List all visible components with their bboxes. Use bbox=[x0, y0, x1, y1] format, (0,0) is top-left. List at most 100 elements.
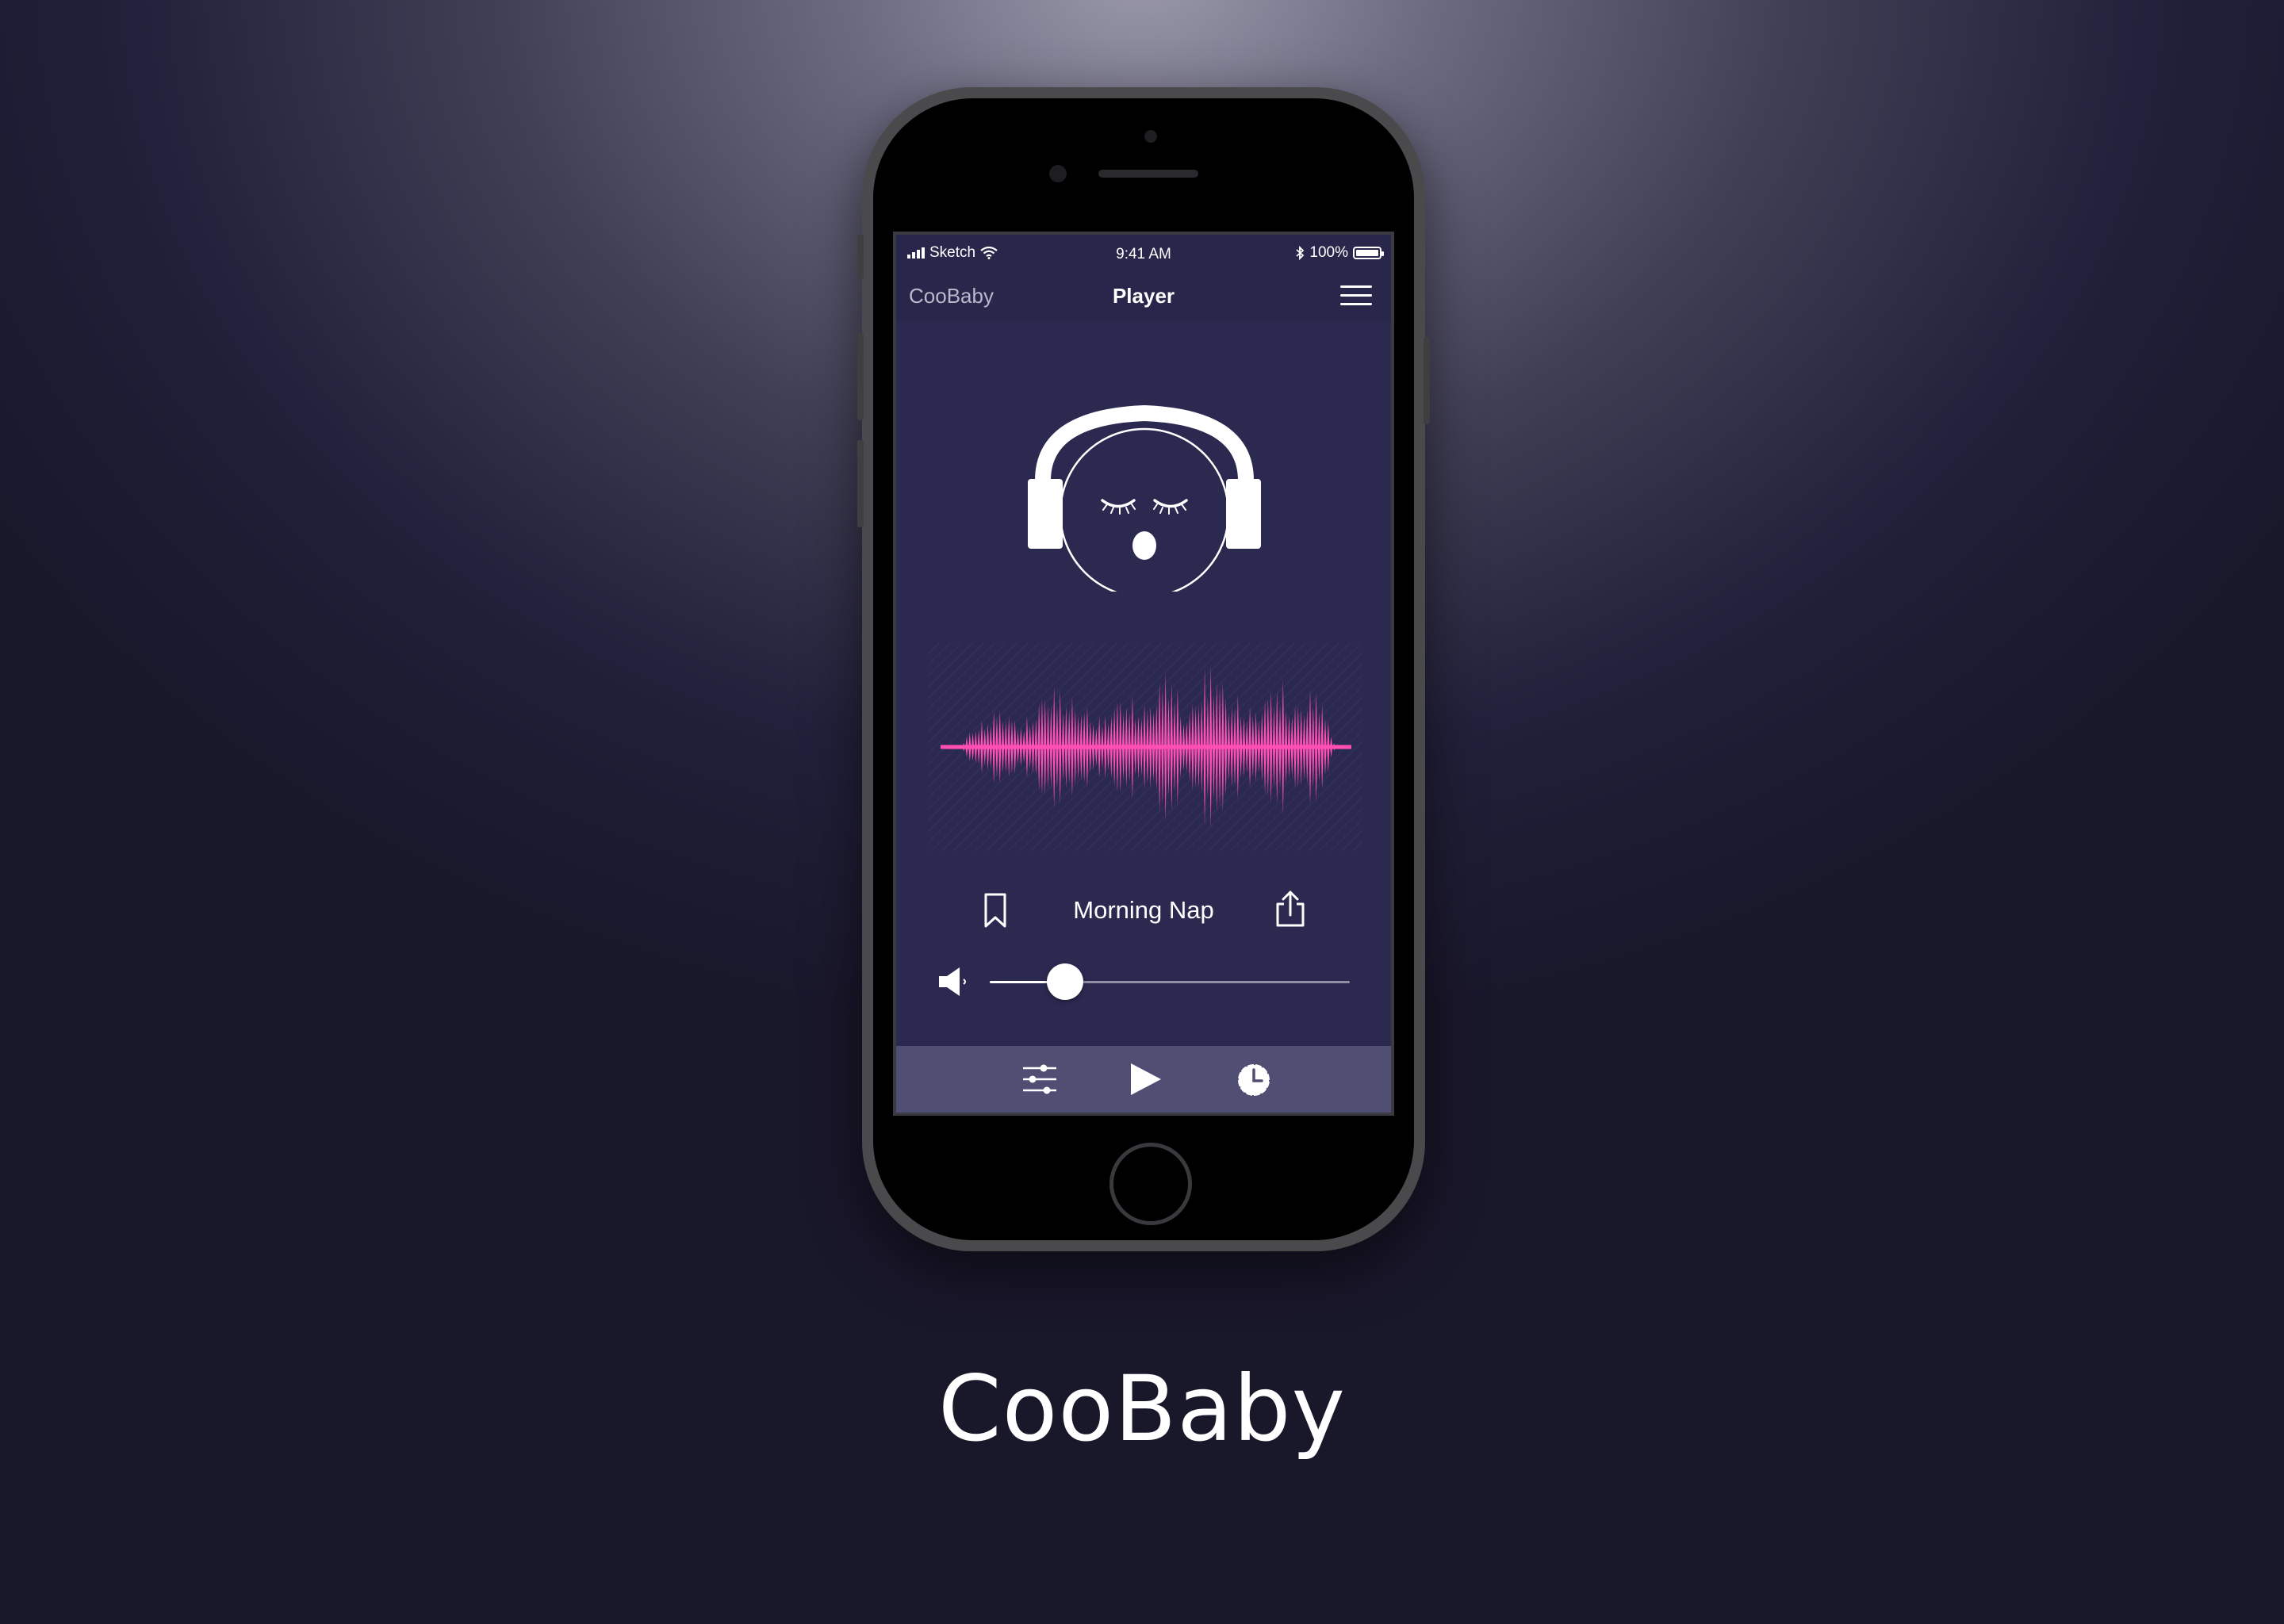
volume-up-hardware-button bbox=[857, 333, 864, 420]
waveform-spike bbox=[1203, 667, 1206, 827]
track-row: Morning Nap bbox=[896, 885, 1391, 933]
waveform-spike bbox=[1037, 703, 1040, 791]
app-screen: Sketch 9:41 AM 100% CooBaby Player Morni… bbox=[893, 232, 1394, 1116]
waveform-spike bbox=[1257, 720, 1261, 774]
waveform-spike bbox=[1128, 712, 1131, 782]
front-camera bbox=[1049, 165, 1067, 182]
waveform-spike bbox=[995, 717, 998, 777]
waveform-spike bbox=[1297, 706, 1300, 788]
mute-switch bbox=[857, 235, 864, 279]
status-right: 100% bbox=[1295, 244, 1384, 262]
waveform-spike bbox=[1025, 716, 1029, 778]
waveform-spike bbox=[1074, 708, 1077, 786]
waveform-spike bbox=[1031, 720, 1035, 774]
waveform-spike bbox=[1134, 718, 1137, 776]
waveform-spike bbox=[992, 710, 995, 784]
waveform-spike bbox=[1004, 721, 1007, 773]
waveform-spike bbox=[989, 726, 992, 768]
waveform-spike bbox=[1119, 701, 1122, 793]
waveform-spike bbox=[1330, 736, 1333, 758]
waveform-spike bbox=[1170, 683, 1173, 811]
waveform-spike bbox=[1230, 706, 1233, 788]
app-caption: CooBaby bbox=[938, 1356, 1346, 1461]
waveform-spike bbox=[1056, 705, 1059, 789]
navigation-bar: CooBaby Player bbox=[896, 270, 1391, 320]
waveform-spike bbox=[1260, 712, 1263, 782]
waveform-spike bbox=[1019, 727, 1022, 767]
waveform-spike bbox=[1251, 717, 1255, 777]
hamburger-menu-icon[interactable] bbox=[1340, 282, 1372, 308]
waveform-spike bbox=[977, 730, 980, 764]
waveform-spike bbox=[965, 736, 968, 758]
waveform-spike bbox=[1007, 716, 1010, 778]
waveform-spike bbox=[1236, 694, 1240, 800]
waveform-spike bbox=[1173, 701, 1176, 793]
timer-clock-icon[interactable] bbox=[1236, 1060, 1272, 1098]
waveform-spike bbox=[1215, 681, 1218, 813]
track-title: Morning Nap bbox=[1073, 896, 1214, 924]
home-button[interactable] bbox=[1109, 1143, 1192, 1225]
waveform-spike bbox=[1125, 707, 1128, 787]
waveform-spike bbox=[1101, 726, 1104, 768]
waveform-spike bbox=[1317, 711, 1321, 783]
waveform-spike bbox=[1233, 707, 1236, 787]
waveform-spike bbox=[1071, 696, 1074, 798]
waveform-spike bbox=[1143, 704, 1146, 790]
waveform-spike bbox=[1221, 681, 1224, 813]
waveform-spike bbox=[1302, 714, 1306, 779]
waveform-spike bbox=[1212, 694, 1216, 800]
page-title: Player bbox=[1112, 284, 1175, 308]
waveform-spike bbox=[1146, 710, 1149, 784]
waveform-spike bbox=[1116, 701, 1119, 793]
power-hardware-button bbox=[1424, 337, 1430, 424]
waveform-spike bbox=[1245, 721, 1248, 773]
proximity-sensor bbox=[1144, 130, 1157, 143]
waveform-spike bbox=[986, 723, 990, 771]
battery-icon bbox=[1353, 247, 1384, 259]
waveform-spike bbox=[1016, 730, 1020, 764]
waveform-spike bbox=[1161, 689, 1164, 805]
earpiece-speaker bbox=[1098, 170, 1198, 178]
waveform-spike bbox=[1300, 708, 1303, 786]
waveform-spike bbox=[1136, 715, 1140, 779]
status-bar: Sketch 9:41 AM 100% bbox=[896, 235, 1391, 270]
waveform-spike bbox=[1320, 704, 1324, 790]
waveform-spike bbox=[1227, 712, 1231, 782]
waveform-spike bbox=[1046, 704, 1050, 790]
waveform-spike bbox=[983, 728, 987, 766]
sleeping-baby-headphones-icon bbox=[1028, 404, 1261, 592]
waveform-spike bbox=[1240, 716, 1243, 778]
waveform-spike bbox=[1312, 706, 1315, 788]
waveform-spike bbox=[1061, 713, 1065, 781]
volume-slider-thumb[interactable] bbox=[1047, 963, 1084, 1000]
waveform-spike bbox=[1091, 723, 1095, 771]
bottom-toolbar bbox=[896, 1046, 1391, 1113]
waveform-spike bbox=[974, 731, 977, 763]
waveform-spike bbox=[1104, 714, 1107, 779]
waveform-spike bbox=[1332, 743, 1336, 751]
waveform-spike bbox=[1278, 704, 1282, 790]
waveform-spike bbox=[1155, 704, 1158, 790]
equalizer-sliders-icon[interactable] bbox=[1021, 1060, 1058, 1098]
waveform-spike bbox=[1275, 690, 1278, 804]
share-icon[interactable] bbox=[1275, 890, 1305, 928]
waveform-spike bbox=[1067, 710, 1071, 784]
waveform-spike bbox=[962, 742, 965, 752]
volume-control bbox=[896, 956, 1391, 1004]
volume-slider[interactable] bbox=[990, 963, 1350, 1000]
play-icon[interactable] bbox=[1128, 1060, 1163, 1098]
waveform-spike bbox=[1001, 721, 1005, 773]
waveform-spike bbox=[1206, 696, 1209, 798]
waveform-spike bbox=[1098, 716, 1101, 778]
waveform-spike bbox=[1010, 720, 1014, 774]
waveform-spike bbox=[1083, 711, 1086, 783]
waveform-spike bbox=[1315, 691, 1318, 803]
speaker-icon[interactable] bbox=[937, 966, 974, 998]
waveform-spike bbox=[1040, 698, 1044, 796]
audio-waveform bbox=[928, 643, 1362, 851]
waveform-spike bbox=[1149, 706, 1152, 788]
bluetooth-icon bbox=[1296, 246, 1305, 260]
waveform-spike bbox=[1309, 688, 1312, 806]
waveform-spike bbox=[1113, 707, 1116, 787]
waveform-spike bbox=[1094, 728, 1098, 766]
